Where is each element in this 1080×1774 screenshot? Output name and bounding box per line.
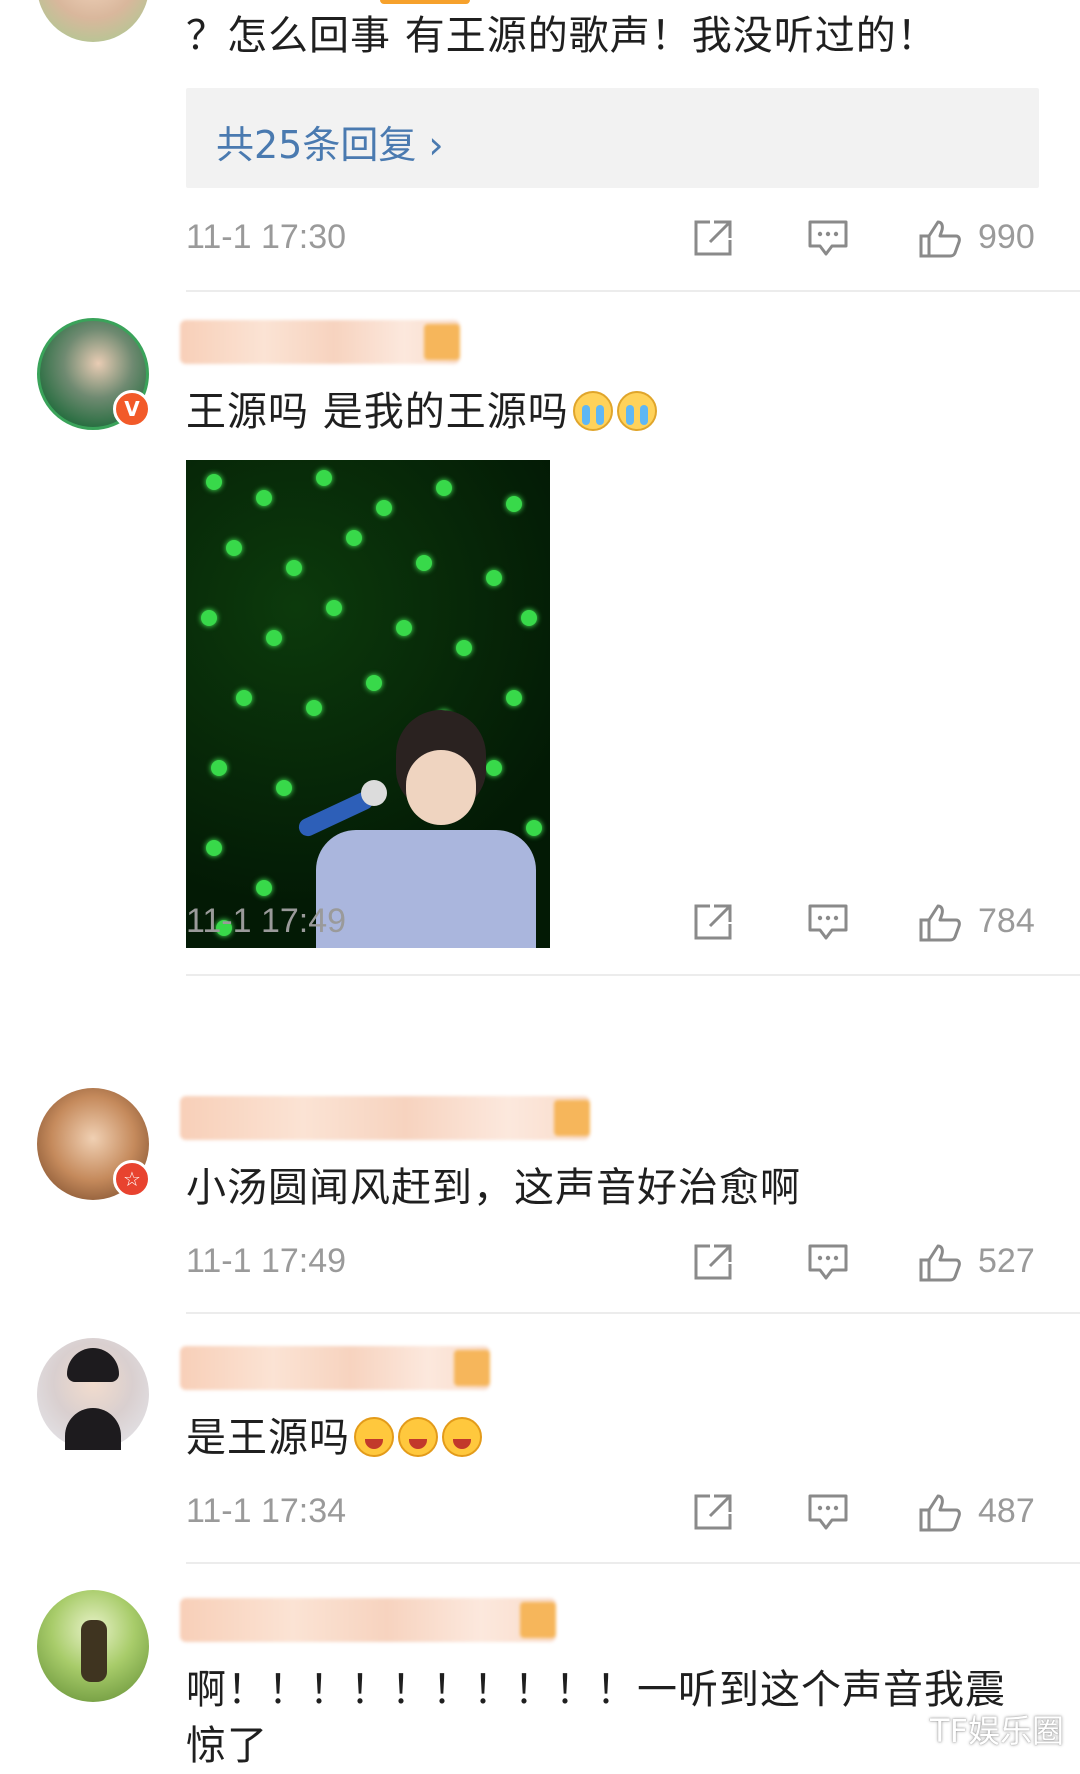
divider [186, 1562, 1080, 1564]
comment-time: 11-1 17:49 [186, 1242, 347, 1280]
verified-badge: V [113, 390, 151, 428]
reply-icon[interactable] [806, 1492, 850, 1532]
comment-meta: 11-1 17:30 990 [186, 214, 1040, 264]
divider [186, 974, 1080, 976]
reply-icon[interactable] [806, 1242, 850, 1282]
avatar[interactable] [37, 1590, 149, 1702]
share-icon[interactable] [692, 1492, 736, 1532]
comment-text: 王源吗 是我的王源吗 [186, 389, 569, 435]
comment-time: 11-1 17:49 [186, 902, 347, 940]
watermark: TF娱乐圈 [930, 1712, 1064, 1750]
username-blurred[interactable] [180, 1598, 556, 1642]
thumbs-up-icon[interactable] [918, 218, 962, 258]
grinning-emoji-icon [354, 1417, 394, 1457]
divider [186, 1312, 1080, 1314]
crying-emoji-icon [616, 391, 657, 431]
comment-meta: 11-1 17:34 487 [186, 1488, 1040, 1538]
comment-text-line: 是王源吗 [186, 1410, 1040, 1466]
comment-text: 啊！！！！！！！！！！一听到这个声音我震惊了 [186, 1667, 1006, 1769]
like-count: 527 [978, 1242, 1035, 1280]
thumbs-up-icon[interactable] [918, 1492, 962, 1532]
reply-icon[interactable] [806, 218, 850, 258]
replies-panel[interactable]: 共25条回复 › [186, 88, 1039, 188]
like-count: 990 [978, 218, 1035, 256]
comment-text: 是王源吗 [186, 1415, 350, 1461]
share-icon[interactable] [692, 902, 736, 942]
comment-time: 11-1 17:34 [186, 1492, 347, 1530]
top-edge-accent [380, 0, 470, 4]
avatar[interactable] [37, 0, 149, 42]
thumbs-up-icon[interactable] [918, 902, 962, 942]
like-count: 487 [978, 1492, 1035, 1530]
comment-text: ？怎么回事 有王源的歌声！我没听过的！ [186, 13, 938, 59]
replies-link[interactable]: 共25条回复 › [216, 114, 444, 169]
reply-icon[interactable] [806, 902, 850, 942]
comment-photo[interactable] [186, 460, 550, 948]
comment-meta: 11-1 17:49 527 [186, 1238, 1040, 1288]
comment-time: 11-1 17:30 [186, 218, 347, 256]
avatar[interactable]: ☆ [37, 1088, 151, 1200]
thumbs-up-icon[interactable] [918, 1242, 962, 1282]
comment-text: 小汤圆闻风赶到，这声音好治愈啊 [186, 1165, 801, 1211]
share-icon[interactable] [692, 218, 736, 258]
share-icon[interactable] [692, 1242, 736, 1282]
username-blurred[interactable] [180, 1346, 490, 1390]
avatar[interactable]: V [37, 318, 151, 430]
username-blurred[interactable] [180, 1096, 590, 1140]
grinning-emoji-icon [442, 1417, 482, 1457]
grinning-emoji-icon [398, 1417, 438, 1457]
username-blurred[interactable] [180, 320, 460, 364]
avatar[interactable] [37, 1338, 149, 1450]
crying-emoji-icon [572, 391, 613, 431]
like-count: 784 [978, 902, 1035, 940]
star-badge: ☆ [113, 1160, 151, 1198]
divider [186, 290, 1080, 292]
comment-text-line: 王源吗 是我的王源吗 [186, 384, 1040, 440]
comment-meta: 11-1 17:49 784 [186, 898, 1040, 948]
